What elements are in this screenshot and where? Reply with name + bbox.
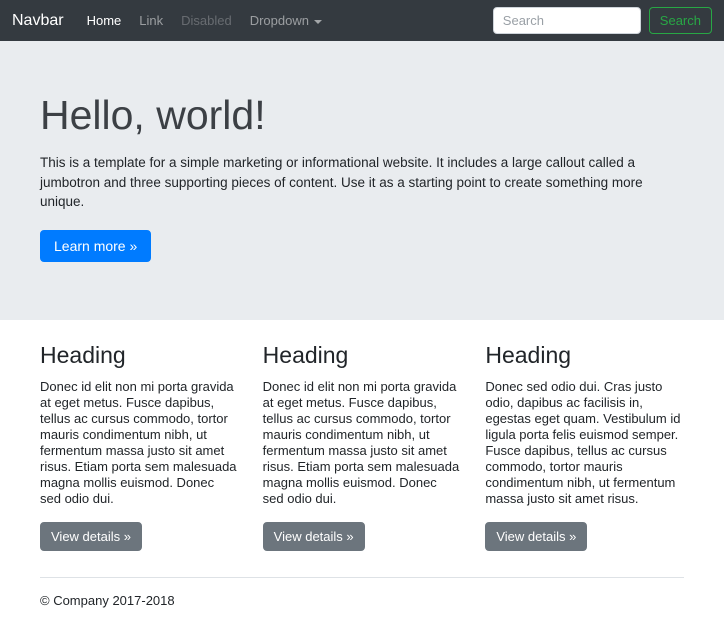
content-column-1: Heading Donec id elit non mi porta gravi… (40, 342, 239, 551)
navbar-search-form: Search (492, 7, 712, 34)
content-columns: Heading Donec id elit non mi porta gravi… (0, 320, 724, 551)
copyright-text: © Company 2017-2018 (40, 592, 175, 608)
footer-divider (40, 576, 684, 578)
column-text: Donec sed odio dui. Cras justo odio, dap… (485, 378, 681, 506)
jumbotron-description: This is a template for a simple marketin… (40, 155, 643, 210)
nav-item-disabled: Disabled (181, 13, 232, 28)
column-heading: Heading (262, 341, 349, 368)
content-column-3: Heading Donec sed odio dui. Cras justo o… (485, 342, 684, 551)
learn-more-button[interactable]: Learn more » (40, 229, 152, 262)
content-column-2: Heading Donec id elit non mi porta gravi… (262, 341, 462, 551)
caret-down-icon (313, 19, 322, 24)
jumbotron: Hello, world! This is a template for a s… (0, 41, 724, 320)
navbar: Navbar Home Link Disabled Dropdown Searc… (0, 0, 724, 41)
nav-item-dropdown-label: Dropdown (249, 13, 309, 28)
view-details-button-1[interactable]: View details » (40, 521, 142, 551)
view-details-button-2[interactable]: View details » (262, 521, 365, 551)
navbar-menu: Home Link Disabled Dropdown (78, 7, 493, 34)
nav-item-dropdown[interactable]: Dropdown (241, 7, 331, 34)
nav-item-home[interactable]: Home (78, 7, 131, 34)
nav-item-link[interactable]: Link (130, 7, 172, 34)
column-heading: Heading (485, 341, 572, 368)
navbar-brand[interactable]: Navbar (12, 12, 64, 30)
jumbotron-title: Hello, world! (40, 92, 266, 138)
search-input[interactable] (492, 7, 641, 34)
search-button[interactable]: Search (648, 7, 712, 34)
view-details-button-3[interactable]: View details » (485, 521, 588, 551)
column-text: Donec id elit non mi porta gravida at eg… (40, 378, 237, 506)
footer: © Company 2017-2018 (0, 576, 724, 638)
column-heading: Heading (40, 341, 126, 368)
column-text: Donec id elit non mi porta gravida at eg… (262, 378, 460, 506)
